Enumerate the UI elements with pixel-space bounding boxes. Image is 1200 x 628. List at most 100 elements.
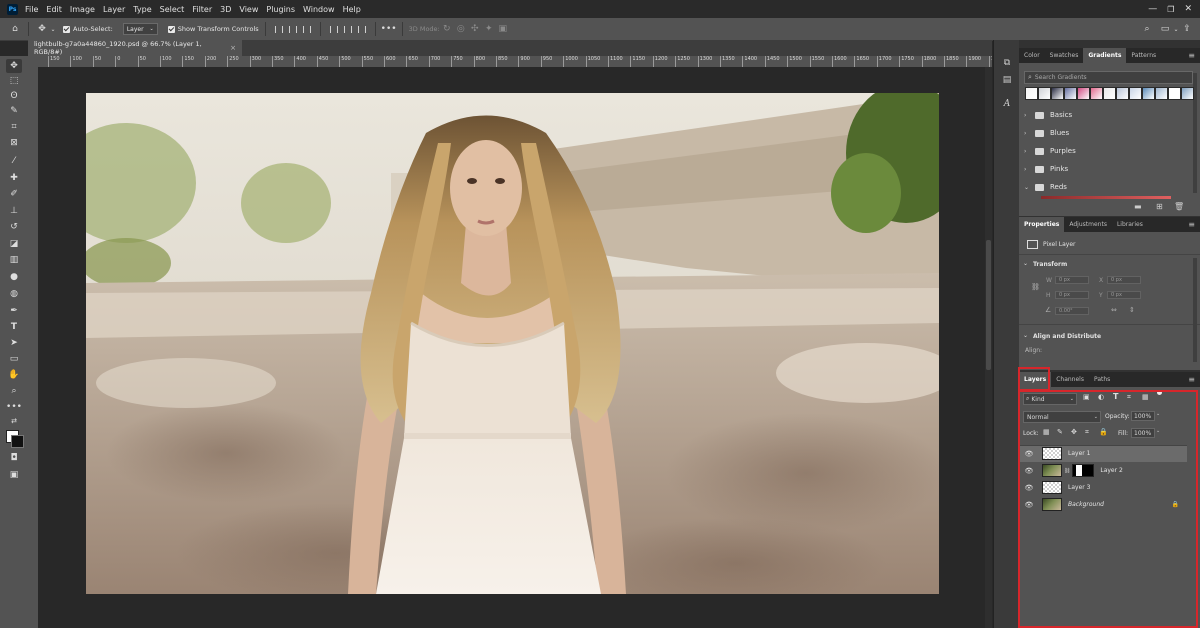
quick-mask-icon[interactable]: ◘ [6,451,22,465]
home-icon[interactable]: ⌂ [8,22,22,36]
tab-patterns[interactable]: Patterns [1126,48,1161,63]
frame-tool-icon[interactable]: ⊠ [6,136,22,150]
healing-brush-icon[interactable]: ✚ [6,171,22,185]
quick-select-tool-icon[interactable]: ✎ [6,104,22,118]
blur-tool-icon[interactable]: ● [6,270,22,284]
search-icon[interactable]: ⌕ [1140,22,1154,36]
crop-tool-icon[interactable]: ⌗ [6,120,22,134]
auto-select-checkbox[interactable] [63,25,70,33]
gradient-preset-swatch[interactable] [1064,87,1077,100]
gradient-preset-swatch[interactable] [1168,87,1181,100]
menu-filter[interactable]: Filter [192,5,212,14]
menu-3d[interactable]: 3D [220,5,231,14]
move-tool-icon[interactable]: ✥ [35,22,49,36]
link-icon[interactable]: ⛓ [1031,283,1040,291]
gradient-preset-swatch[interactable] [1103,87,1116,100]
tab-properties[interactable]: Properties [1019,217,1065,232]
eraser-tool-icon[interactable]: ◪ [6,237,22,251]
rectangle-tool-icon[interactable]: ▭ [6,352,22,366]
hand-tool-icon[interactable]: ✋ [6,368,22,382]
align-bottom-icon[interactable] [357,24,367,34]
show-transform-checkbox[interactable] [167,25,175,33]
auto-select-dropdown[interactable]: Layer ⌄ [122,23,158,35]
new-gradient-icon[interactable]: ⊞ [1156,202,1163,211]
comments-icon[interactable]: ▤ [1000,73,1014,87]
swap-colors-icon[interactable]: ⇄ [6,414,22,428]
move-tool-icon[interactable]: ✥ [6,59,22,73]
dodge-tool-icon[interactable]: ◍ [6,287,22,301]
marquee-tool-icon[interactable]: ⬚ [6,74,22,88]
gradient-preset-swatch[interactable] [1116,87,1129,100]
align-top-icon[interactable] [329,24,339,34]
chevron-down-icon[interactable]: ⌄ [1172,22,1180,36]
new-folder-icon[interactable]: ▬ [1134,202,1142,211]
path-select-icon[interactable]: ➤ [6,336,22,350]
align-right-icon[interactable] [302,24,312,34]
brush-tool-icon[interactable]: ✐ [6,187,22,201]
3d-scale-icon[interactable]: ▣ [496,22,510,36]
menu-select[interactable]: Select [160,5,185,14]
y-field[interactable]: 0 px [1107,291,1141,299]
reds-gradient-preview[interactable] [1041,196,1171,199]
align-center-icon[interactable] [288,24,298,34]
scrollbar-thumb[interactable] [986,240,991,370]
clone-stamp-icon[interactable]: ⊥ [6,204,22,218]
tab-channels[interactable]: Channels [1051,372,1089,387]
menu-help[interactable]: Help [343,5,361,14]
lasso-tool-icon[interactable]: ʘ [6,89,22,103]
menu-image[interactable]: Image [70,5,95,14]
tab-paths[interactable]: Paths [1089,372,1115,387]
align-left-icon[interactable] [274,24,284,34]
menu-type[interactable]: Type [133,5,151,14]
3d-roll-icon[interactable]: ◎ [454,22,468,36]
gradient-preset-swatch[interactable] [1181,87,1194,100]
gradient-preset-swatch[interactable] [1155,87,1168,100]
gradient-preset-swatch[interactable] [1077,87,1090,100]
trash-icon[interactable]: 🗑 [1174,202,1184,211]
share-icon[interactable]: ⇪ [1180,22,1194,36]
pen-tool-icon[interactable]: ✒ [6,304,22,318]
canvas-image[interactable] [86,93,939,594]
gradient-tool-icon[interactable]: ▥ [6,253,22,267]
menu-plugins[interactable]: Plugins [266,5,295,14]
gradient-preset-swatch[interactable] [1142,87,1155,100]
document-tab[interactable]: lightbulb-g7a0a44860_1920.psd @ 66.7% (L… [28,40,242,56]
menu-window[interactable]: Window [303,5,335,14]
more-options-icon[interactable]: ••• [381,22,397,36]
gradient-folder-blues[interactable]: › Blues [1024,126,1194,140]
zoom-tool-icon[interactable]: ⌕ [6,384,22,398]
tab-swatches[interactable]: Swatches [1045,48,1084,63]
gradient-preset-swatch[interactable] [1090,87,1103,100]
tab-libraries[interactable]: Libraries [1112,217,1148,232]
gradient-preset-swatch[interactable] [1025,87,1038,100]
panel-menu-icon[interactable]: ≡ [1188,217,1195,232]
type-tool-icon[interactable]: T [6,320,22,334]
gradients-search-input[interactable]: ⌕ Search Gradients [1024,71,1193,84]
tab-color[interactable]: Color [1019,48,1045,63]
workspace-icon[interactable]: ▭ [1158,22,1172,36]
chevron-down-icon[interactable]: ⌄ [1023,260,1028,267]
chevron-down-icon[interactable]: ⌄ [1023,332,1028,339]
eyedropper-tool-icon[interactable]: ⁄ [6,154,22,168]
character-icon[interactable]: A [1000,97,1014,111]
3d-rotate-icon[interactable]: ↻ [440,22,454,36]
history-brush-icon[interactable]: ↺ [6,220,22,234]
gradient-folder-reds[interactable]: ⌄ Reds [1024,180,1194,194]
height-field[interactable]: 0 px [1055,291,1089,299]
more-tools-icon[interactable]: ••• [6,400,22,414]
panel-menu-icon[interactable]: ≡ [1188,48,1195,63]
gradient-preset-swatch[interactable] [1129,87,1142,100]
close-window-icon[interactable]: ✕ [1184,4,1192,14]
tab-adjustments[interactable]: Adjustments [1064,217,1112,232]
history-icon[interactable]: ⧉ [1000,56,1014,70]
properties-scrollbar[interactable] [1193,258,1197,362]
menu-view[interactable]: View [239,5,258,14]
angle-field[interactable]: 0.00° [1055,307,1089,315]
flip-horizontal-icon[interactable]: ⇔ [1111,306,1117,314]
x-field[interactable]: 0 px [1107,276,1141,284]
menu-layer[interactable]: Layer [103,5,125,14]
width-field[interactable]: 0 px [1055,276,1089,284]
chevron-down-icon[interactable]: ⌄ [49,22,57,36]
screen-mode-icon[interactable]: ▣ [6,468,22,482]
align-middle-icon[interactable] [343,24,353,34]
